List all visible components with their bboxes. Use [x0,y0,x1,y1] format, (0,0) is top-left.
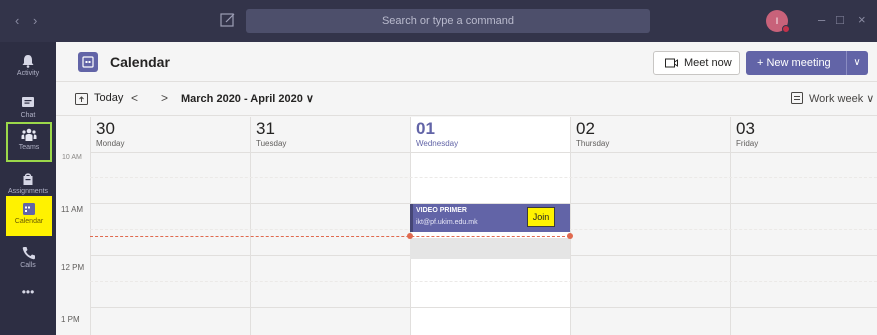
day-name: Friday [736,139,759,148]
today-icon[interactable] [75,92,88,105]
half-hour-line [90,177,877,178]
rail-item-activity[interactable]: Activity [0,48,56,88]
page-title: Calendar [110,54,170,70]
today-button[interactable]: Today [94,92,123,104]
video-camera-icon [665,58,678,68]
rail-label: Calls [20,262,36,269]
time-label-10am: 10 AM [62,154,82,159]
date-range-picker[interactable]: March 2020 - April 2020 ∨ [181,92,314,105]
event-organizer: ikt@pf.ukim.edu.mk [416,219,478,226]
time-label-12pm: 12 PM [61,263,85,272]
rail-label: Chat [20,112,36,119]
time-slot-block[interactable] [410,238,570,259]
day-header-tuesday[interactable]: 31 Tuesday [250,117,410,152]
teams-icon [21,128,37,141]
maximize-button[interactable]: □ [836,12,844,27]
half-hour-line [90,281,877,282]
day-number: 30 [96,119,115,138]
view-selector[interactable]: Work week ∨ [791,92,874,105]
presence-status-icon [782,25,790,33]
meet-now-label: Meet now [684,57,732,69]
compose-icon[interactable] [219,11,237,29]
search-input[interactable]: Search or type a command [246,9,650,33]
minimize-button[interactable]: – [818,12,825,27]
chat-icon [22,97,34,107]
rail-label: Teams [18,144,40,151]
day-number: 01 [416,119,435,138]
close-button[interactable]: × [858,12,866,27]
calendar-app-icon [78,52,98,72]
day-number: 31 [256,119,275,138]
more-apps-button[interactable]: ••• [0,282,56,322]
day-name: Thursday [576,139,610,148]
day-header-thursday[interactable]: 02 Thursday [570,117,730,152]
calendar-event[interactable]: VIDEO PRIMER ikt@pf.ukim.edu.mk Join [410,204,570,232]
time-label-1pm: 1 PM [61,315,80,324]
day-header-friday[interactable]: 03 Friday [730,117,877,152]
join-button[interactable]: Join [527,207,555,227]
title-bar: ‹ › Search or type a command I – □ × [0,0,877,42]
day-header-wednesday[interactable]: 01 Wednesday [410,117,570,152]
event-title: VIDEO PRIMER [416,207,467,214]
day-header-monday[interactable]: 30 Monday [90,117,250,152]
calendar-toolbar: Today < > March 2020 - April 2020 ∨ Work… [56,82,877,116]
button-divider [846,51,847,75]
view-selector-label: Work week ∨ [809,93,875,105]
rail-item-calendar[interactable]: Calendar [6,196,52,236]
calendar-grid: 30 Monday 31 Tuesday 01 Wednesday 02 Thu… [56,117,877,335]
day-name: Monday [96,139,125,148]
meet-now-button[interactable]: Meet now [653,51,740,75]
day-number: 02 [576,119,595,138]
new-meeting-label: + New meeting [757,57,831,69]
phone-icon [22,247,35,260]
rail-label: Activity [16,70,40,77]
day-name: Wednesday [416,139,459,148]
assignments-icon [23,173,33,185]
chevron-down-icon[interactable]: ∨ [850,51,864,75]
calendar-view-icon [791,92,803,104]
current-time-line [90,236,570,237]
day-name: Tuesday [256,139,287,148]
rail-item-teams[interactable]: Teams [6,122,52,162]
rail-item-calls[interactable]: Calls [0,240,56,280]
calendar-icon [23,203,35,215]
forward-arrow-icon[interactable]: › [33,13,37,28]
day-number: 03 [736,119,755,138]
calendar-header: Calendar Meet now + New meeting ∨ [56,42,877,82]
next-week-button[interactable]: > [161,91,168,105]
hour-line [90,307,877,308]
hour-line [90,152,877,153]
new-meeting-button[interactable]: + New meeting ∨ [746,51,868,75]
bell-icon [22,55,34,68]
time-label-11am: 11 AM [61,205,84,214]
current-time-marker [407,233,413,239]
app-rail: Activity Chat Teams Assignments Calendar… [0,42,56,335]
rail-label: Assignments [7,188,49,195]
current-time-marker [567,233,573,239]
rail-label: Calendar [14,218,44,225]
previous-week-button[interactable]: < [131,91,138,105]
back-arrow-icon[interactable]: ‹ [15,13,19,28]
